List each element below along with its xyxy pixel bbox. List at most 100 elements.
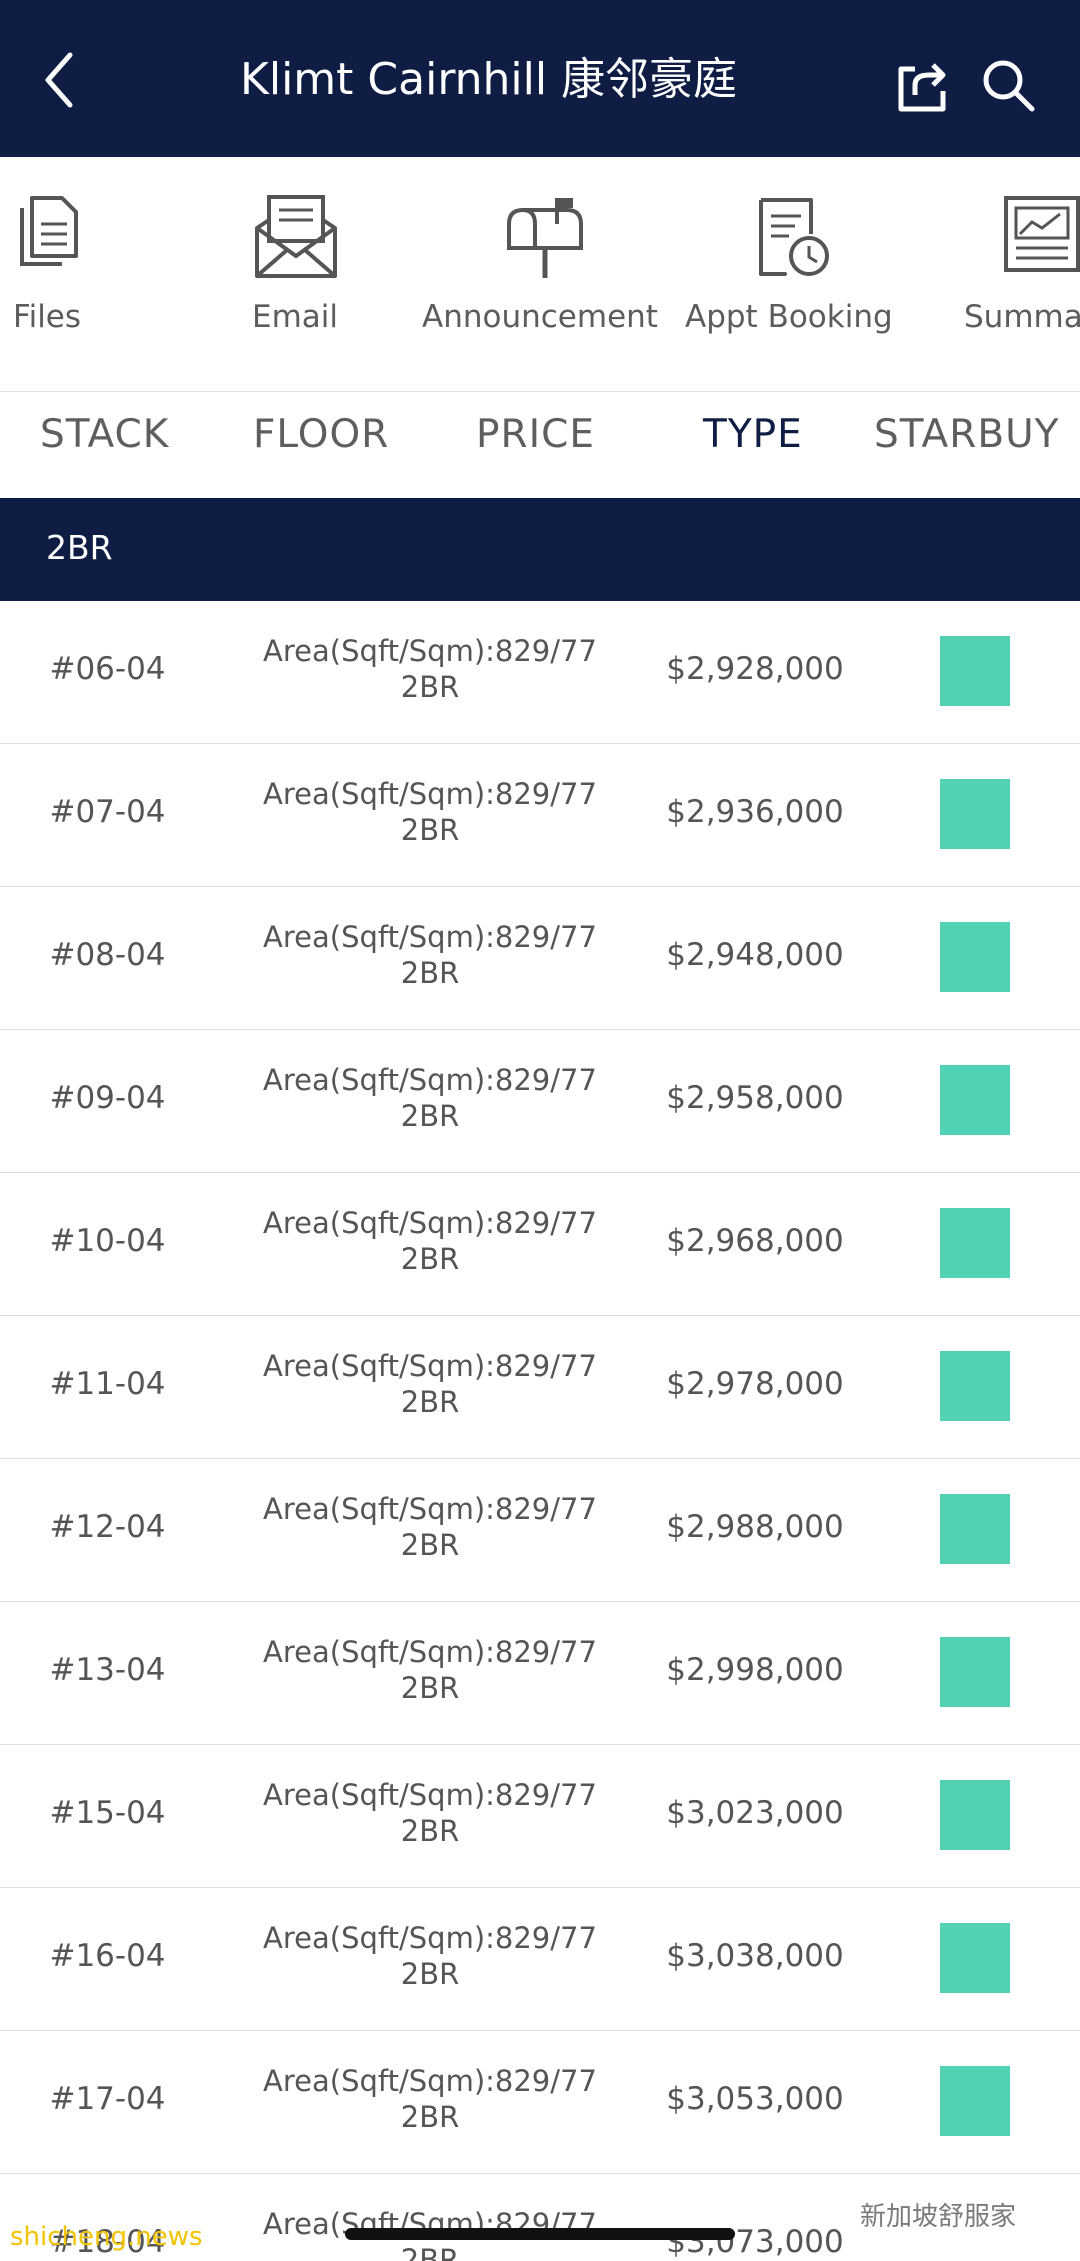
unit-info: Area(Sqft/Sqm):829/77 2BR bbox=[240, 1634, 620, 1706]
unit-type: 2BR bbox=[400, 670, 460, 704]
email-button[interactable]: Email bbox=[230, 157, 360, 391]
availability-indicator bbox=[940, 1351, 1010, 1421]
announcement-label: Announcement bbox=[422, 299, 658, 335]
unit-type: 2BR bbox=[400, 2243, 460, 2261]
unit-area: Area(Sqft/Sqm):829/77 bbox=[263, 1063, 597, 1097]
unit-number: #10-04 bbox=[49, 1223, 166, 1259]
unit-price: $2,948,000 bbox=[666, 937, 844, 973]
table-row[interactable]: #06-04 Area(Sqft/Sqm):829/77 2BR $2,928,… bbox=[0, 601, 1080, 745]
unit-area: Area(Sqft/Sqm):829/77 bbox=[263, 634, 597, 668]
availability-indicator bbox=[940, 636, 1010, 706]
unit-type: 2BR bbox=[400, 2100, 460, 2134]
unit-price: $3,038,000 bbox=[666, 1938, 844, 1974]
search-icon[interactable] bbox=[978, 55, 1038, 115]
mailbox-icon bbox=[507, 198, 583, 278]
table-row[interactable]: #11-04 Area(Sqft/Sqm):829/77 2BR $2,978,… bbox=[0, 1316, 1080, 1460]
table-row[interactable]: #12-04 Area(Sqft/Sqm):829/77 2BR $2,988,… bbox=[0, 1459, 1080, 1603]
unit-type: 2BR bbox=[400, 1385, 460, 1419]
availability-indicator bbox=[940, 1923, 1010, 1993]
availability-indicator bbox=[940, 1637, 1010, 1707]
unit-type: 2BR bbox=[400, 1528, 460, 1562]
back-arrow-icon[interactable] bbox=[38, 45, 98, 115]
unit-price: $3,053,000 bbox=[666, 2081, 844, 2117]
watermark-source: shicheng.news bbox=[10, 2222, 203, 2252]
email-label: Email bbox=[252, 299, 339, 335]
page-title: Klimt Cairnhill 康邻豪庭 bbox=[240, 54, 738, 105]
unit-number: #11-04 bbox=[49, 1366, 166, 1402]
unit-number: #13-04 bbox=[49, 1652, 166, 1688]
unit-type: 2BR bbox=[400, 1242, 460, 1276]
unit-area: Area(Sqft/Sqm):829/77 bbox=[263, 1492, 597, 1526]
unit-info: Area(Sqft/Sqm):829/77 2BR bbox=[240, 1348, 620, 1420]
unit-info: Area(Sqft/Sqm):829/77 2BR bbox=[240, 1491, 620, 1563]
unit-info: Area(Sqft/Sqm):829/77 2BR bbox=[240, 776, 620, 848]
unit-area: Area(Sqft/Sqm):829/77 bbox=[263, 1921, 597, 1955]
unit-number: #09-04 bbox=[49, 1080, 166, 1116]
unit-type: 2BR bbox=[400, 1814, 460, 1848]
unit-area: Area(Sqft/Sqm):829/77 bbox=[263, 1206, 597, 1240]
availability-indicator bbox=[940, 922, 1010, 992]
unit-price: $3,023,000 bbox=[666, 1795, 844, 1831]
share-icon[interactable] bbox=[893, 55, 953, 115]
unit-type: 2BR bbox=[400, 813, 460, 847]
tab-price[interactable]: PRICE bbox=[476, 412, 595, 457]
unit-info: Area(Sqft/Sqm):829/77 2BR bbox=[240, 1205, 620, 1277]
chart-icon bbox=[1004, 196, 1080, 272]
availability-indicator bbox=[940, 779, 1010, 849]
availability-indicator bbox=[940, 1494, 1010, 1564]
email-icon bbox=[255, 195, 337, 278]
tab-stack[interactable]: STACK bbox=[40, 412, 169, 457]
availability-indicator bbox=[940, 2066, 1010, 2136]
files-icon bbox=[20, 196, 78, 266]
unit-type: 2BR bbox=[400, 1957, 460, 1991]
unit-number: #15-04 bbox=[49, 1795, 166, 1831]
files-label: Files bbox=[13, 299, 82, 335]
unit-number: #12-04 bbox=[49, 1509, 166, 1545]
table-row[interactable]: #16-04 Area(Sqft/Sqm):829/77 2BR $3,038,… bbox=[0, 1888, 1080, 2032]
unit-type: 2BR bbox=[400, 956, 460, 990]
unit-info: Area(Sqft/Sqm):829/77 2BR bbox=[240, 919, 620, 991]
table-row[interactable]: #07-04 Area(Sqft/Sqm):829/77 2BR $2,936,… bbox=[0, 744, 1080, 888]
table-row[interactable]: #08-04 Area(Sqft/Sqm):829/77 2BR $2,948,… bbox=[0, 887, 1080, 1031]
sort-tabs: STACK FLOOR PRICE TYPE STARBUY bbox=[0, 392, 1080, 498]
unit-number: #17-04 bbox=[49, 2081, 166, 2117]
tab-floor[interactable]: FLOOR bbox=[253, 412, 389, 457]
unit-area: Area(Sqft/Sqm):829/77 bbox=[263, 920, 597, 954]
unit-type-group-header: 2BR bbox=[0, 498, 1080, 601]
unit-info: Area(Sqft/Sqm):829/77 2BR bbox=[240, 633, 620, 705]
table-row[interactable]: #10-04 Area(Sqft/Sqm):829/77 2BR $2,968,… bbox=[0, 1173, 1080, 1317]
unit-info: Area(Sqft/Sqm):829/77 2BR bbox=[240, 1062, 620, 1134]
appt-booking-label: Appt Booking bbox=[685, 299, 893, 335]
table-row[interactable]: #17-04 Area(Sqft/Sqm):829/77 2BR $3,053,… bbox=[0, 2031, 1080, 2175]
app-header: Klimt Cairnhill 康邻豪庭 bbox=[0, 0, 1080, 157]
unit-price: $2,968,000 bbox=[666, 1223, 844, 1259]
tab-starbuy[interactable]: STARBUY bbox=[874, 412, 1059, 457]
unit-info: Area(Sqft/Sqm):829/77 2BR bbox=[240, 1920, 620, 1992]
table-row[interactable]: #15-04 Area(Sqft/Sqm):829/77 2BR $3,023,… bbox=[0, 1745, 1080, 1889]
appt-booking-button[interactable]: Appt Booking bbox=[683, 157, 913, 391]
unit-price: $2,998,000 bbox=[666, 1652, 844, 1688]
unit-type: 2BR bbox=[400, 1671, 460, 1705]
summary-label: Summa bbox=[964, 299, 1080, 335]
watermark-account: 新加坡舒服家 bbox=[860, 2202, 1017, 2232]
unit-number: #06-04 bbox=[49, 651, 166, 687]
announcement-button[interactable]: Announcement bbox=[420, 157, 670, 391]
table-row[interactable]: #13-04 Area(Sqft/Sqm):829/77 2BR $2,998,… bbox=[0, 1602, 1080, 1746]
availability-indicator bbox=[940, 1780, 1010, 1850]
home-indicator bbox=[345, 2228, 735, 2240]
unit-area: Area(Sqft/Sqm):829/77 bbox=[263, 777, 597, 811]
unit-area: Area(Sqft/Sqm):829/77 bbox=[263, 2064, 597, 2098]
unit-number: #16-04 bbox=[49, 1938, 166, 1974]
group-label: 2BR bbox=[46, 528, 113, 567]
unit-price: $2,936,000 bbox=[666, 794, 844, 830]
calendar-clock-icon bbox=[759, 198, 829, 276]
unit-number: #08-04 bbox=[49, 937, 166, 973]
files-button[interactable]: Files bbox=[0, 157, 100, 391]
unit-price: $2,928,000 bbox=[666, 651, 844, 687]
summary-button[interactable]: Summa bbox=[960, 157, 1080, 391]
table-row[interactable]: #09-04 Area(Sqft/Sqm):829/77 2BR $2,958,… bbox=[0, 1030, 1080, 1174]
tab-type[interactable]: TYPE bbox=[703, 412, 803, 457]
availability-indicator bbox=[940, 1208, 1010, 1278]
unit-info: Area(Sqft/Sqm):829/77 2BR bbox=[240, 1777, 620, 1849]
unit-info: Area(Sqft/Sqm):829/77 2BR bbox=[240, 2063, 620, 2135]
